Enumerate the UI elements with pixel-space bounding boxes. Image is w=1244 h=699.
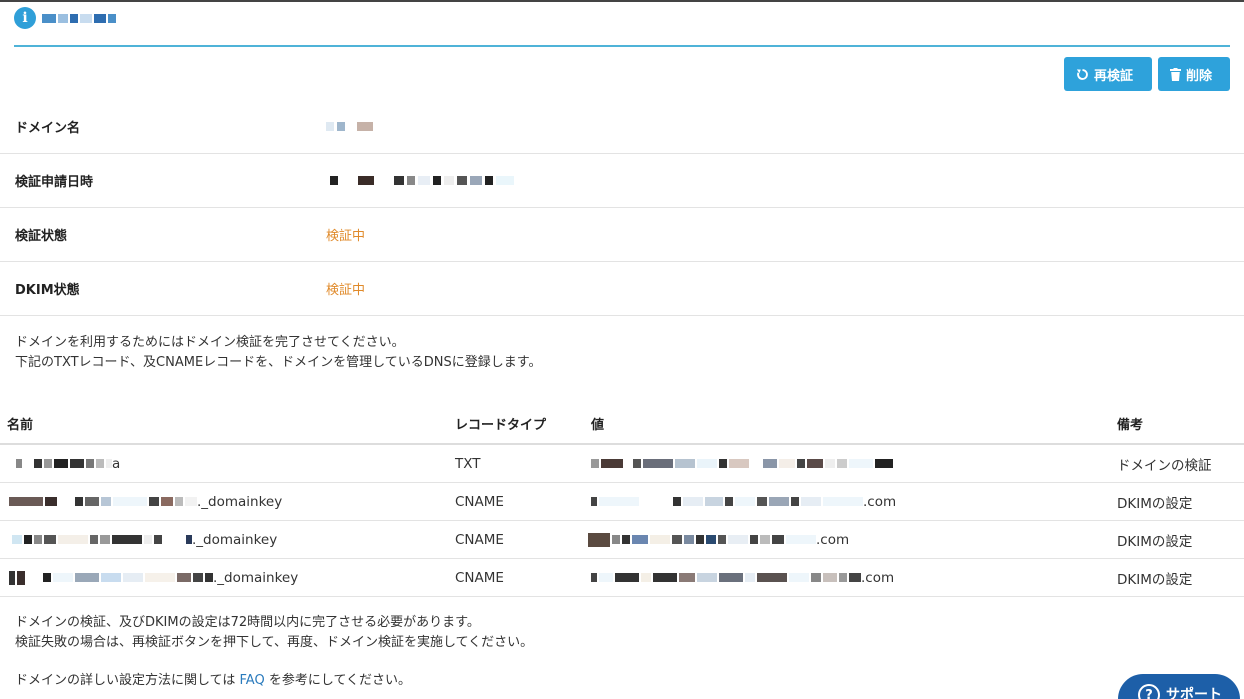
domain-name-value-masked bbox=[326, 122, 373, 131]
top-border bbox=[0, 0, 1244, 2]
record-value-masked: .com bbox=[588, 521, 849, 558]
action-bar: 再検証 削除 bbox=[1064, 57, 1230, 91]
domain-name-label: ドメイン名 bbox=[15, 121, 81, 136]
dkim-status-label: DKIM状態 bbox=[15, 283, 80, 298]
record-type: CNAME bbox=[455, 531, 504, 548]
record-value-suffix: .com bbox=[861, 569, 895, 586]
verify-status-value: 検証中 bbox=[326, 229, 366, 244]
record-value-masked: .com bbox=[591, 559, 894, 596]
record-name: ._domainkey bbox=[9, 483, 282, 520]
request-datetime-label: 検証申請日時 bbox=[15, 175, 94, 190]
refresh-icon bbox=[1076, 68, 1088, 80]
record-name-suffix: ._domainkey bbox=[192, 531, 278, 548]
support-label: サポート bbox=[1166, 687, 1222, 699]
record-note: DKIMの設定 bbox=[1117, 571, 1193, 588]
footer-note-2: 検証失敗の場合は、再検証ボタンを押下して、再度、ドメイン検証を実施してください。 bbox=[15, 635, 534, 650]
page-header: i bbox=[14, 7, 116, 29]
record-value-suffix: .com bbox=[816, 531, 850, 548]
table-row: a TXT ドメインの検証 bbox=[0, 445, 1244, 483]
delete-label: 削除 bbox=[1186, 68, 1213, 84]
recheck-button[interactable]: 再検証 bbox=[1064, 57, 1152, 91]
trash-icon bbox=[1170, 67, 1181, 81]
table-row: ._domainkey CNAME .com DKIMの設定 bbox=[0, 559, 1244, 597]
info-row-verify-status: 検証状態 検証中 bbox=[0, 208, 1244, 262]
record-type: TXT bbox=[455, 455, 481, 472]
faq-note: ドメインの詳しい設定方法に関しては FAQ を参考にしてください。 bbox=[15, 671, 411, 691]
record-value-masked: .com bbox=[591, 483, 896, 520]
instruction-line-1: ドメインを利用するためにはドメイン検証を完了させてください。 bbox=[15, 335, 405, 350]
col-type: レコードタイプ bbox=[455, 418, 547, 433]
support-button[interactable]: ? サポート bbox=[1118, 674, 1240, 699]
request-datetime-value-masked bbox=[330, 176, 514, 185]
record-value-suffix: .com bbox=[863, 493, 897, 510]
info-icon: i bbox=[14, 7, 36, 29]
record-note: DKIMの設定 bbox=[1117, 495, 1193, 512]
instruction-line-2: 下記のTXTレコード、及CNAMEレコードを、ドメインを管理しているDNSに登録… bbox=[15, 355, 542, 370]
record-value-masked bbox=[591, 445, 893, 482]
info-row-domain-name: ドメイン名 bbox=[0, 100, 1244, 154]
faq-link[interactable]: FAQ bbox=[240, 673, 265, 688]
faq-prefix: ドメインの詳しい設定方法に関しては bbox=[15, 673, 236, 688]
record-type: CNAME bbox=[455, 493, 504, 510]
col-value: 値 bbox=[591, 418, 605, 433]
faq-suffix: を参考にしてください。 bbox=[268, 673, 412, 688]
record-name: ._domainkey bbox=[12, 521, 277, 558]
footer-note-1: ドメインの検証、及びDKIMの設定は72時間以内に完了させる必要があります。 bbox=[15, 615, 480, 630]
col-name: 名前 bbox=[7, 418, 34, 433]
record-name: a bbox=[16, 445, 120, 482]
header-divider bbox=[14, 45, 1230, 47]
dns-records-header: 名前 レコードタイプ 値 備考 bbox=[0, 404, 1244, 445]
record-name-suffix: a bbox=[112, 455, 121, 472]
recheck-label: 再検証 bbox=[1094, 68, 1134, 84]
delete-button[interactable]: 削除 bbox=[1158, 57, 1230, 91]
record-note: ドメインの検証 bbox=[1117, 457, 1212, 474]
info-row-request-datetime: 検証申請日時 bbox=[0, 154, 1244, 208]
dns-records-table: 名前 レコードタイプ 値 備考 a TXT ドメインの検証 ._domainke… bbox=[0, 404, 1244, 597]
masked-domain-title bbox=[42, 13, 116, 23]
record-name-suffix: ._domainkey bbox=[197, 493, 283, 510]
record-name-suffix: ._domainkey bbox=[213, 569, 299, 586]
table-row: ._domainkey CNAME .com DKIMの設定 bbox=[0, 521, 1244, 559]
table-row: ._domainkey CNAME .com DKIMの設定 bbox=[0, 483, 1244, 521]
verify-status-label: 検証状態 bbox=[15, 229, 68, 244]
dkim-status-value: 検証中 bbox=[326, 283, 366, 298]
record-note: DKIMの設定 bbox=[1117, 533, 1193, 550]
record-name: ._domainkey bbox=[9, 559, 298, 596]
help-icon: ? bbox=[1138, 684, 1160, 699]
info-row-dkim-status: DKIM状態 検証中 bbox=[0, 262, 1244, 316]
record-type: CNAME bbox=[455, 569, 504, 586]
domain-info-table: ドメイン名 検証申請日時 検証状態 検証中 DKIM状態 検証中 bbox=[0, 100, 1244, 316]
col-note: 備考 bbox=[1117, 418, 1144, 433]
